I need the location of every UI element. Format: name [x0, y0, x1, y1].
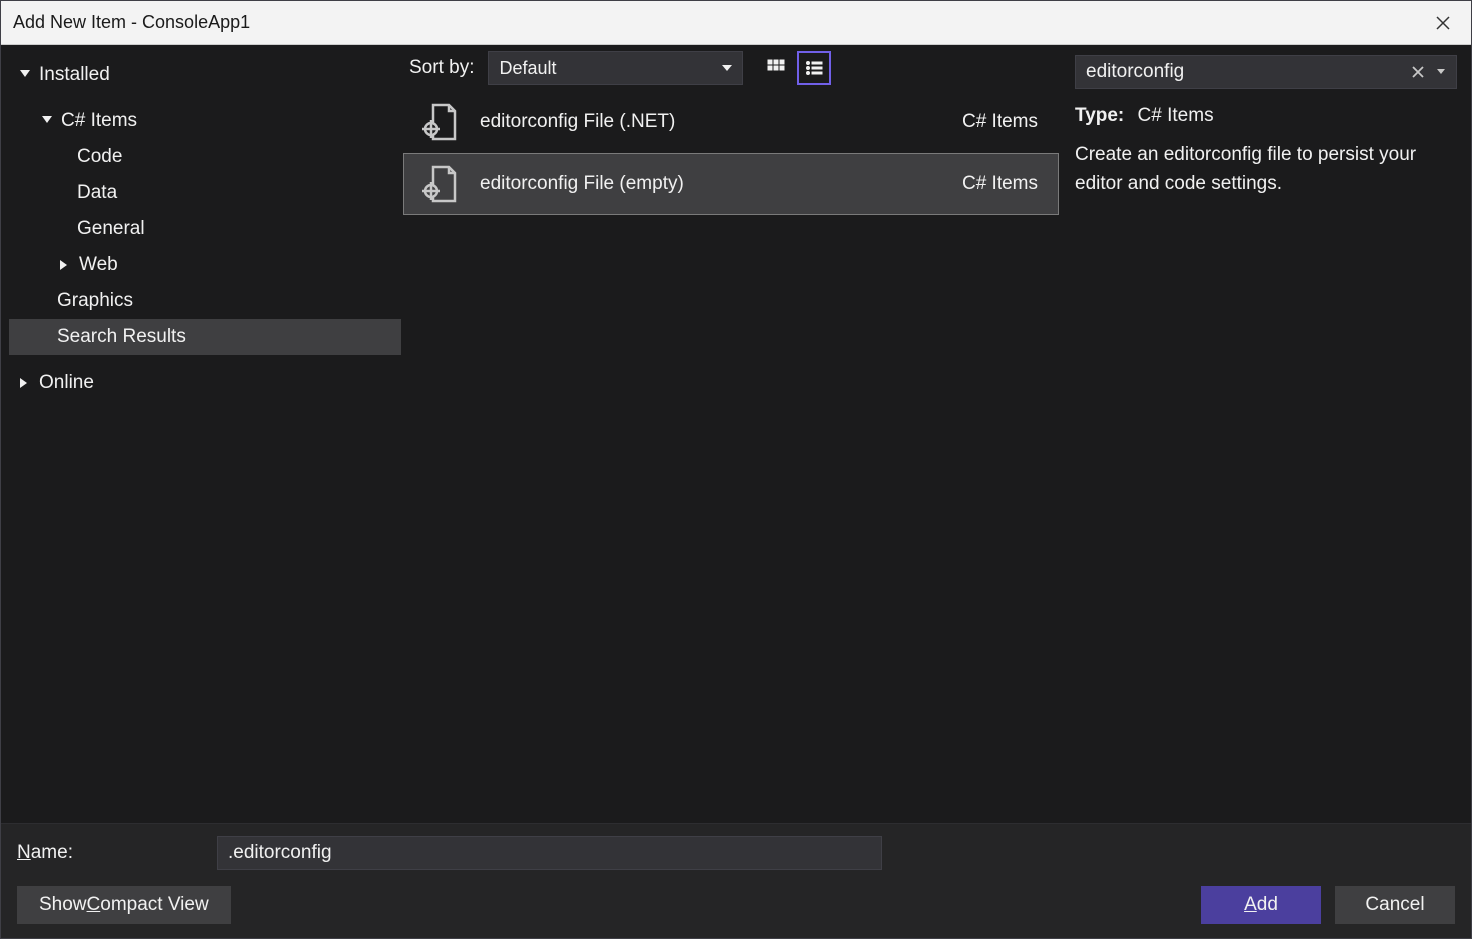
tree-item-label: Data: [77, 182, 117, 204]
chevron-right-icon: [17, 375, 33, 391]
name-input[interactable]: [217, 836, 882, 870]
cancel-button[interactable]: Cancel: [1335, 886, 1455, 924]
template-list: editorconfig File (.NET) C# Items editor…: [401, 91, 1061, 823]
search-options-button[interactable]: [1432, 60, 1450, 84]
sortby-value: Default: [499, 58, 556, 79]
close-icon: [1435, 15, 1451, 31]
template-item[interactable]: editorconfig File (empty) C# Items: [403, 153, 1059, 215]
tree-item-search-results[interactable]: Search Results: [9, 319, 401, 355]
tree-item-label: Online: [39, 372, 94, 394]
tree-item-graphics[interactable]: Graphics: [9, 283, 401, 319]
grid-icon: [767, 59, 785, 77]
template-name: editorconfig File (empty): [480, 173, 962, 195]
dialog-title: Add New Item - ConsoleApp1: [13, 12, 1427, 33]
tree-item-label: Code: [77, 146, 122, 168]
detail-type-label: Type:: [1075, 105, 1124, 126]
tree-item-data[interactable]: Data: [9, 175, 401, 211]
chevron-down-icon: [1437, 68, 1445, 76]
tree-item-web[interactable]: Web: [9, 247, 401, 283]
toolbar: Sort by: Default: [401, 45, 1061, 91]
search-input[interactable]: [1086, 61, 1406, 83]
search-box[interactable]: [1075, 55, 1457, 89]
view-list-button[interactable]: [797, 51, 831, 85]
file-config-icon: [418, 163, 460, 205]
details-pane: Type: C# Items Create an editorconfig fi…: [1061, 45, 1471, 823]
template-category: C# Items: [962, 111, 1038, 133]
name-label: Name:: [17, 842, 217, 864]
tree-item-label: Installed: [39, 64, 110, 86]
chevron-down-icon: [17, 67, 33, 83]
titlebar: Add New Item - ConsoleApp1: [1, 1, 1471, 45]
category-tree: Installed C# Items Code Data General Web…: [1, 45, 401, 823]
tree-item-label: General: [77, 218, 145, 240]
chevron-right-icon: [57, 257, 73, 273]
detail-type-value: C# Items: [1138, 105, 1214, 126]
sortby-label: Sort by:: [409, 57, 474, 79]
search-clear-button[interactable]: [1406, 60, 1430, 84]
tree-item-installed[interactable]: Installed: [9, 57, 401, 93]
tree-item-csharp-items[interactable]: C# Items: [9, 103, 401, 139]
view-grid-button[interactable]: [759, 51, 793, 85]
tree-item-online[interactable]: Online: [9, 365, 401, 401]
tree-item-general[interactable]: General: [9, 211, 401, 247]
add-button[interactable]: Add: [1201, 886, 1321, 924]
tree-item-label: Web: [79, 254, 118, 276]
chevron-down-icon: [722, 63, 732, 73]
chevron-down-icon: [39, 113, 55, 129]
detail-type-row: Type: C# Items: [1075, 105, 1457, 127]
template-category: C# Items: [962, 173, 1038, 195]
file-config-icon: [418, 101, 460, 143]
template-name: editorconfig File (.NET): [480, 111, 962, 133]
close-icon: [1411, 65, 1425, 79]
tree-item-code[interactable]: Code: [9, 139, 401, 175]
tree-item-label: C# Items: [61, 110, 137, 132]
tree-item-label: Search Results: [57, 326, 186, 348]
footer: Name: Show Compact View Add Cancel: [1, 823, 1471, 938]
list-icon: [805, 59, 823, 77]
add-new-item-dialog: Add New Item - ConsoleApp1 Installed C# …: [0, 0, 1472, 939]
tree-item-label: Graphics: [57, 290, 133, 312]
show-compact-view-button[interactable]: Show Compact View: [17, 886, 231, 924]
sortby-dropdown[interactable]: Default: [488, 51, 743, 85]
close-button[interactable]: [1427, 7, 1459, 39]
detail-description: Create an editorconfig file to persist y…: [1075, 141, 1457, 198]
template-item[interactable]: editorconfig File (.NET) C# Items: [403, 91, 1059, 153]
